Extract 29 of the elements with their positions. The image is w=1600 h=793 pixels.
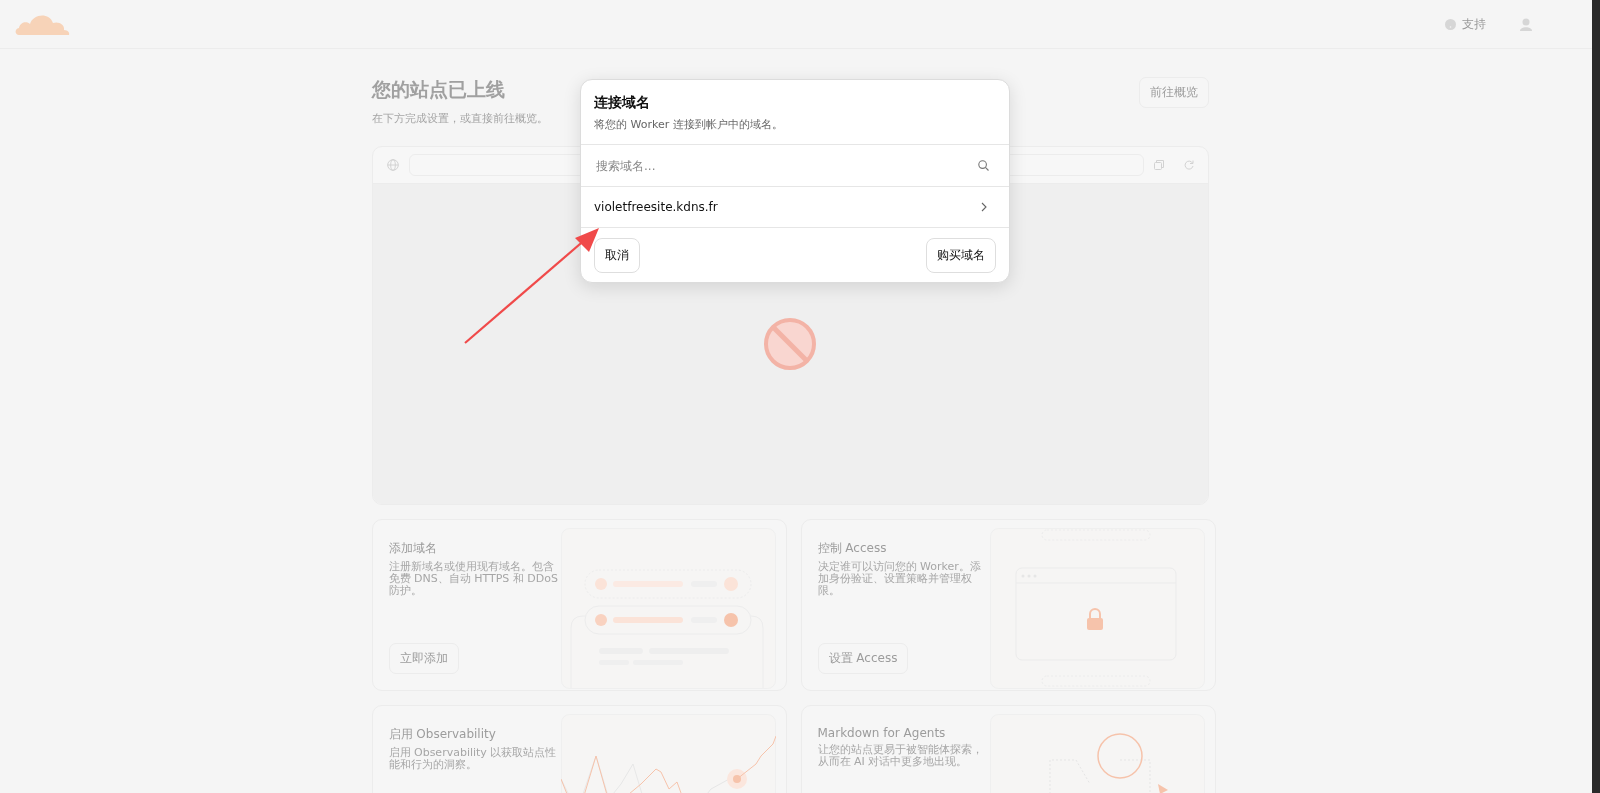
- blocked-icon: [762, 316, 818, 372]
- overview-button[interactable]: 前往概览: [1138, 77, 1209, 108]
- card-title: 控制 Access: [817, 540, 887, 557]
- user-icon[interactable]: [1520, 17, 1532, 31]
- search-field[interactable]: 搜索域名...: [596, 158, 978, 173]
- globe-icon: [386, 159, 399, 171]
- cancel-button[interactable]: 取消: [594, 238, 640, 273]
- domain-name: violetfreesite.kdns.fr: [594, 200, 718, 214]
- buy-domain-button[interactable]: 购买域名: [926, 238, 996, 273]
- domain-list-item[interactable]: violetfreesite.kdns.fr: [581, 187, 1009, 228]
- support-link[interactable]: 支持: [1445, 15, 1486, 33]
- page-title: 您的站点已上线: [371, 77, 506, 102]
- card-action-button[interactable]: 立即添加: [388, 643, 459, 674]
- dialog-title: 连接域名: [594, 94, 651, 112]
- search-icon: [978, 160, 989, 171]
- card-description: 让您的站点更易于被智能体探索，从而在 AI 对话中更多地出现。: [817, 744, 984, 768]
- card-description: 启用 Observability 以获取站点性能和行为的洞察。: [388, 747, 558, 771]
- card-title: Markdown for Agents: [817, 726, 946, 740]
- card-description: 注册新域名或使用现有域名。包含免费 DNS、自动 HTTPS 和 DDoS 防护。: [388, 561, 559, 597]
- card-title: 启用 Observability: [388, 726, 496, 743]
- help-icon: [1445, 18, 1456, 30]
- card-description: 决定谁可以访问您的 Worker。添加身份验证、设置策略并管理权限。: [817, 561, 982, 597]
- chevron-right-icon: [981, 202, 987, 212]
- refresh-icon[interactable]: [1183, 160, 1194, 170]
- card-title: 添加域名: [388, 540, 437, 557]
- card-action-button[interactable]: 设置 Access: [817, 643, 909, 674]
- copy-icon[interactable]: [1153, 160, 1164, 170]
- page-subtitle: 在下方完成设置，或直接前往概览。: [371, 111, 548, 126]
- dialog-description: 将您的 Worker 连接到帐户中的域名。: [594, 117, 784, 132]
